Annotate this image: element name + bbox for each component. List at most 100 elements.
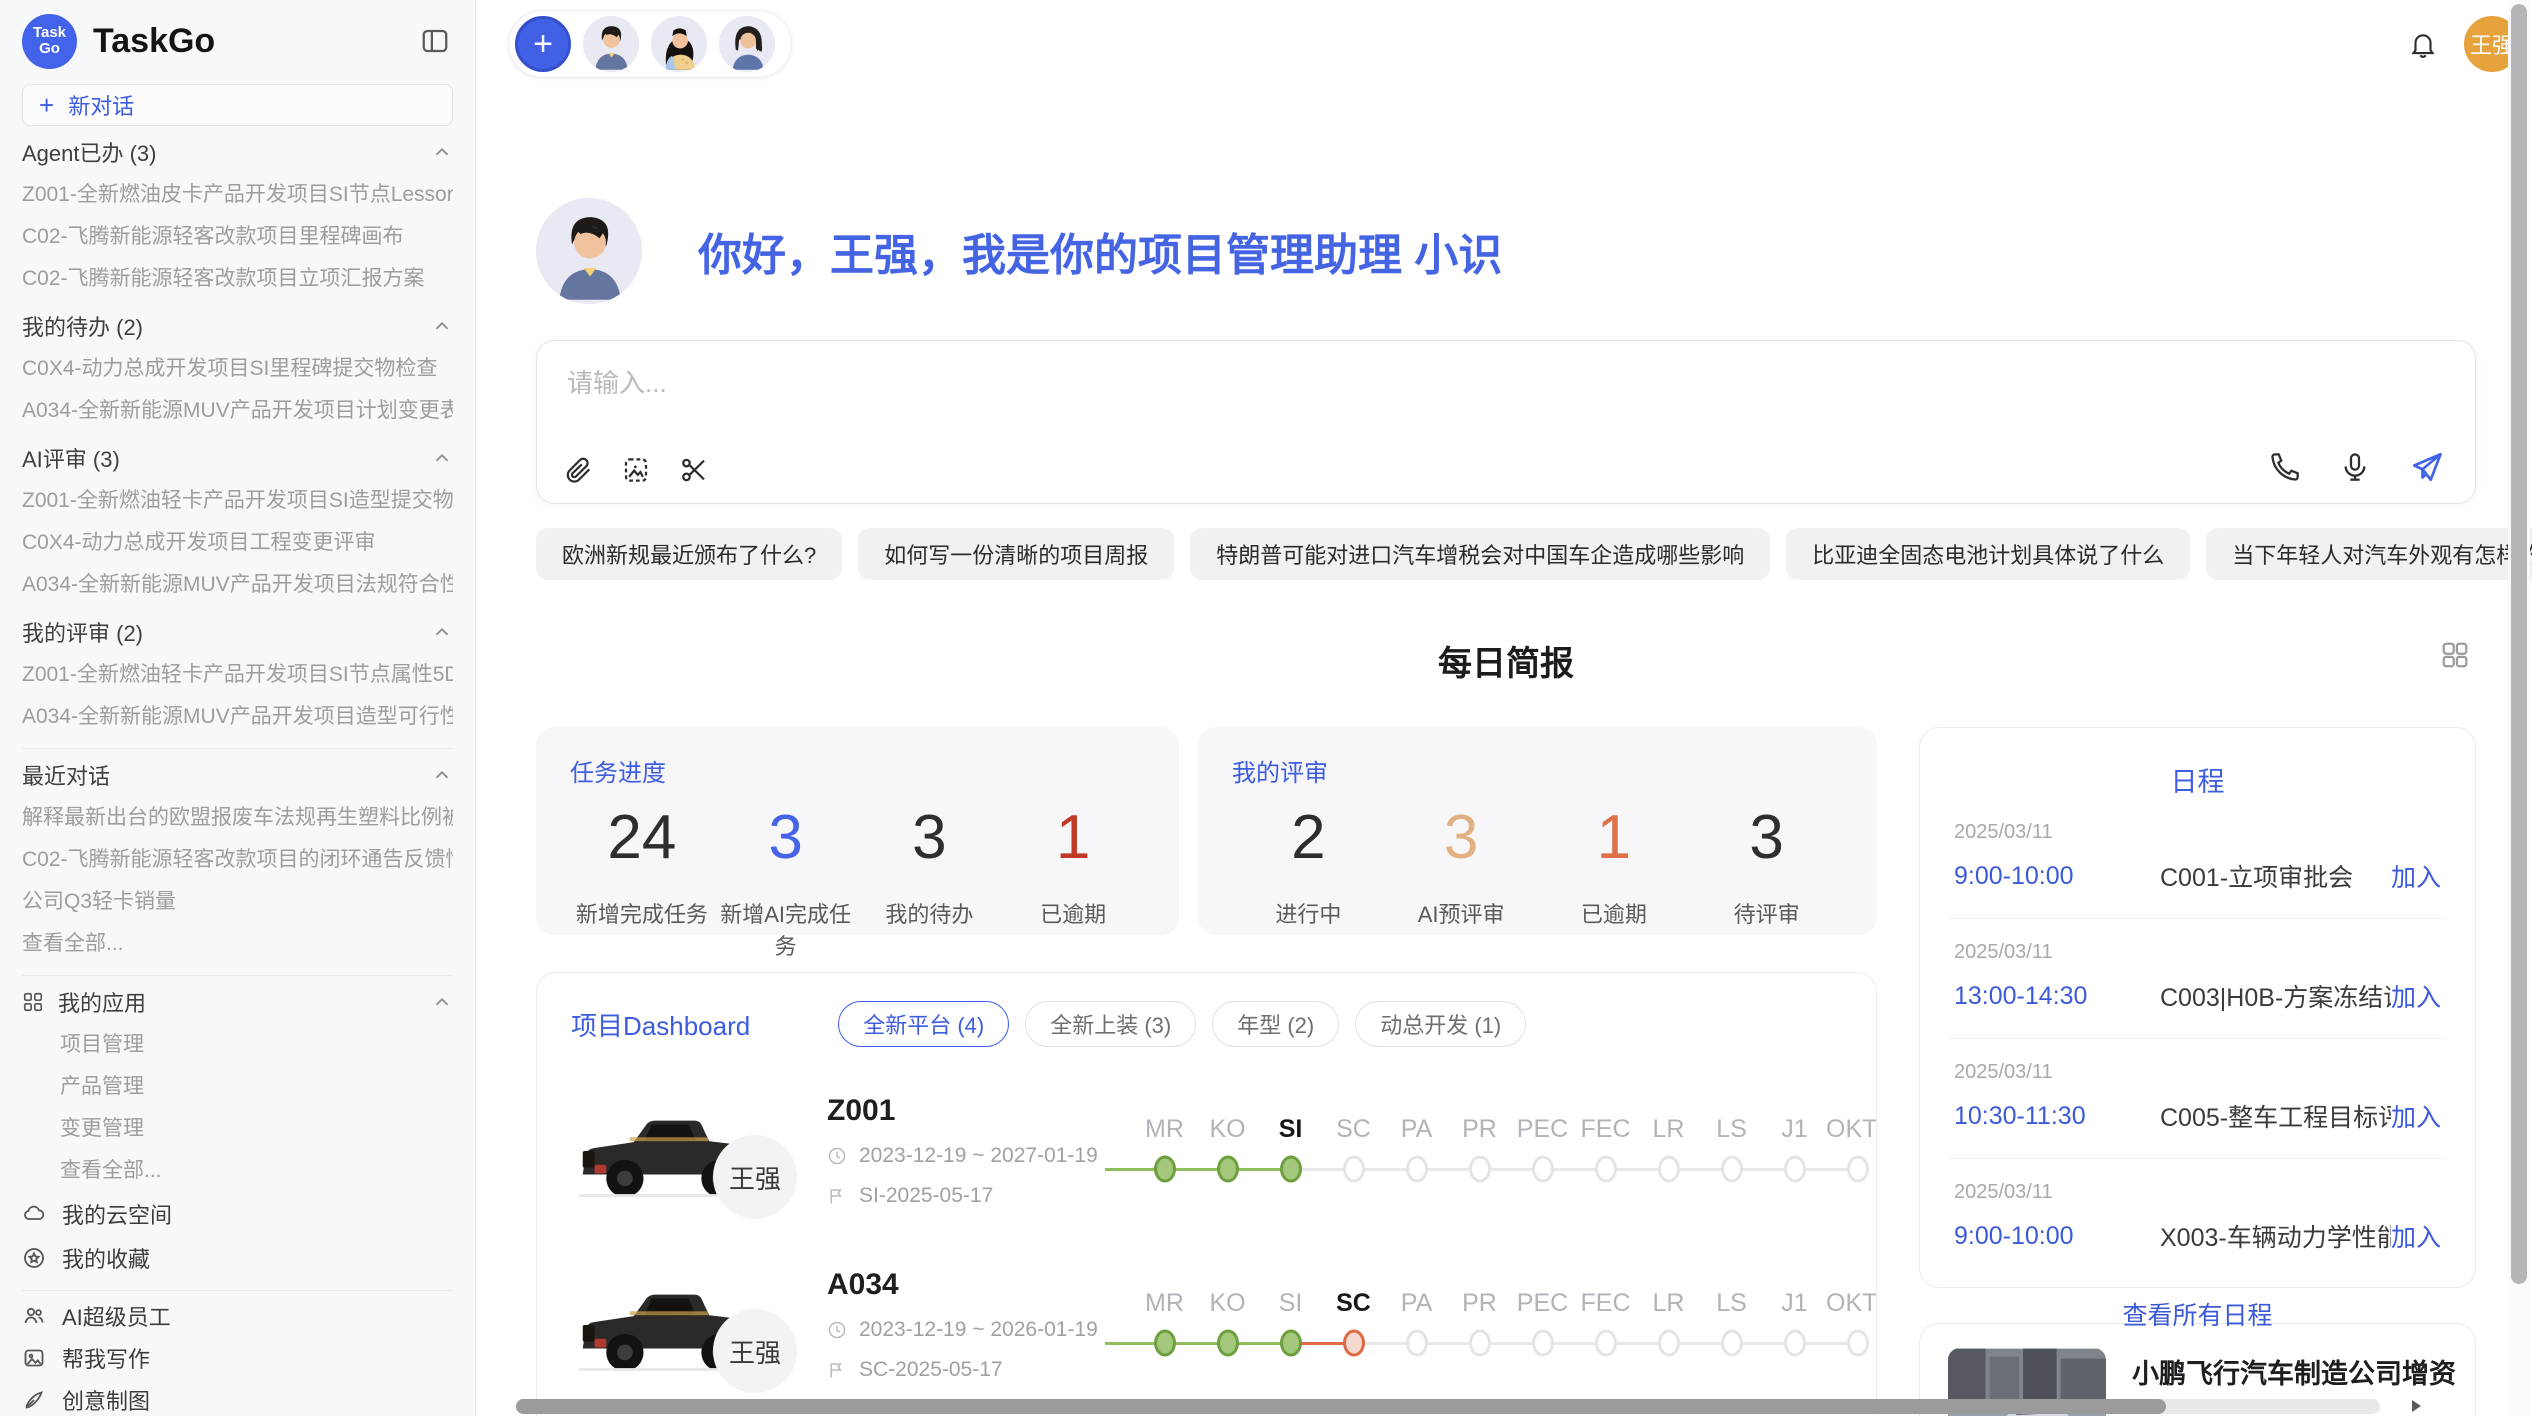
- project-row[interactable]: 王强 A034 2023-12-19 ~ 2026-01-19 SC-2025-…: [571, 1255, 1842, 1395]
- milestone-dot[interactable]: [1784, 1330, 1806, 1357]
- join-link[interactable]: 加入: [2391, 1218, 2441, 1254]
- milestone-dot[interactable]: [1847, 1156, 1869, 1183]
- chevron-up-icon[interactable]: [431, 447, 453, 469]
- sidebar-task-item[interactable]: C02-飞腾新能源轻客改款项目立项汇报方案: [22, 258, 453, 300]
- dashboard-filter-chip[interactable]: 全新上装 (3): [1025, 1001, 1196, 1047]
- sidebar-task-item[interactable]: Z001-全新燃油轻卡产品开发项目SI节点属性5D文件评审: [22, 654, 453, 696]
- dashboard-filter-chip[interactable]: 动总开发 (1): [1355, 1001, 1526, 1047]
- chevron-up-icon[interactable]: [431, 764, 453, 786]
- milestone-dot[interactable]: [1217, 1156, 1239, 1183]
- horizontal-scrollbar[interactable]: [516, 1399, 2380, 1414]
- my-cloud-space-item[interactable]: 我的云空间: [22, 1192, 453, 1236]
- add-conversation-button[interactable]: +: [515, 16, 571, 72]
- milestone-dot[interactable]: [1721, 1330, 1743, 1357]
- avatar[interactable]: [651, 16, 707, 72]
- sidebar-task-item[interactable]: Z001-全新燃油轻卡产品开发项目SI造型提交物评审: [22, 480, 453, 522]
- milestone-dot[interactable]: [1847, 1330, 1869, 1357]
- sidebar-app-item[interactable]: 项目管理: [60, 1024, 453, 1066]
- project-row[interactable]: 王强 Z001 2023-12-19 ~ 2027-01-19 SI-2025-…: [571, 1081, 1842, 1221]
- image-upload-icon[interactable]: [621, 455, 651, 485]
- send-icon[interactable]: [2409, 449, 2445, 485]
- my-favorites-item[interactable]: 我的收藏: [22, 1236, 453, 1280]
- sidebar-tool-item[interactable]: AI超级员工: [22, 1295, 453, 1337]
- recent-chats-header[interactable]: 最近对话: [22, 753, 453, 797]
- milestone-dot[interactable]: [1532, 1330, 1554, 1357]
- sidebar-app-item[interactable]: 查看全部...: [60, 1150, 453, 1192]
- sidebar-task-item[interactable]: A034-全新新能源MUV产品开发项目造型可行性评审: [22, 696, 453, 738]
- stat-label: 新增完成任务: [570, 897, 714, 929]
- attachment-icon[interactable]: [563, 455, 593, 485]
- milestone-dot[interactable]: [1343, 1330, 1365, 1357]
- project-next-milestone: SI-2025-05-17: [859, 1184, 993, 1208]
- sidebar-task-item[interactable]: C02-飞腾新能源轻客改款项目里程碑画布: [22, 216, 453, 258]
- recent-chat-item[interactable]: 解释最新出台的欧盟报废车法规再生塑料比例被调至15%...: [22, 797, 453, 839]
- milestone-dot[interactable]: [1658, 1330, 1680, 1357]
- sidebar-tool-item[interactable]: 帮我写作: [22, 1337, 453, 1379]
- chevron-up-icon[interactable]: [431, 991, 453, 1013]
- sidebar-app-item[interactable]: 产品管理: [60, 1066, 453, 1108]
- sidebar: Task Go TaskGo + 新对话 Agent已办 (3) Z001-全新…: [0, 0, 476, 1416]
- avatar[interactable]: [583, 16, 639, 72]
- new-chat-button[interactable]: + 新对话: [22, 84, 453, 126]
- sidebar-task-item[interactable]: C0X4-动力总成开发项目SI里程碑提交物检查: [22, 348, 453, 390]
- milestone-dot[interactable]: [1595, 1330, 1617, 1357]
- collapse-sidebar-icon[interactable]: [417, 23, 453, 59]
- dashboard-filter-chip[interactable]: 年型 (2): [1212, 1001, 1339, 1047]
- chat-input[interactable]: [565, 367, 2447, 400]
- microphone-icon[interactable]: [2339, 451, 2371, 483]
- recent-chat-item[interactable]: C02-飞腾新能源轻客改款项目的闭环通告反馈情况: [22, 839, 453, 881]
- recent-chat-item[interactable]: 公司Q3轻卡销量: [22, 881, 453, 923]
- vertical-scrollbar-thumb[interactable]: [2511, 4, 2527, 1284]
- milestone-dot[interactable]: [1532, 1156, 1554, 1183]
- sidebar-task-item[interactable]: Z001-全新燃油皮卡产品开发项目SI节点Lesson Learn报告: [22, 174, 453, 216]
- milestone-dot[interactable]: [1154, 1330, 1176, 1357]
- avatar[interactable]: [719, 16, 775, 72]
- milestone-dot[interactable]: [1343, 1156, 1365, 1183]
- my-apps-header[interactable]: 我的应用: [22, 980, 453, 1024]
- milestone-dot[interactable]: [1217, 1330, 1239, 1357]
- scroll-right-arrow-icon[interactable]: [2408, 1398, 2424, 1414]
- sidebar-tool-item[interactable]: 创意制图: [22, 1379, 453, 1416]
- join-link[interactable]: 加入: [2391, 1098, 2441, 1134]
- chevron-up-icon[interactable]: [431, 141, 453, 163]
- suggestion-chip[interactable]: 比亚迪全固态电池计划具体说了什么: [1786, 528, 2190, 580]
- milestone-dot[interactable]: [1280, 1156, 1302, 1183]
- dashboard-filter-chip[interactable]: 全新平台 (4): [838, 1001, 1009, 1047]
- sidebar-section-header[interactable]: 我的待办 (2): [22, 304, 453, 348]
- suggestion-chip[interactable]: 欧洲新规最近颁布了什么?: [536, 528, 842, 580]
- milestone-dot[interactable]: [1784, 1156, 1806, 1183]
- suggestion-chip[interactable]: 当下年轻人对汽车外观有怎样的喜好趋势: [2206, 528, 2532, 580]
- chevron-up-icon[interactable]: [431, 621, 453, 643]
- milestone-dot[interactable]: [1721, 1156, 1743, 1183]
- milestone-dot[interactable]: [1406, 1330, 1428, 1357]
- milestone-dot[interactable]: [1280, 1330, 1302, 1357]
- dashboard-filters: 全新平台 (4) 全新上装 (3) 年型 (2) 动总开发 (1): [838, 1001, 1526, 1047]
- sidebar-task-item[interactable]: C0X4-动力总成开发项目工程变更评审: [22, 522, 453, 564]
- milestone-dot[interactable]: [1469, 1330, 1491, 1357]
- milestone-dot[interactable]: [1154, 1156, 1176, 1183]
- sidebar-section-header[interactable]: Agent已办 (3): [22, 130, 453, 174]
- suggestion-chip[interactable]: 如何写一份清晰的项目周报: [858, 528, 1174, 580]
- vertical-scrollbar[interactable]: [2508, 0, 2530, 1416]
- milestone-dot[interactable]: [1595, 1156, 1617, 1183]
- chevron-up-icon[interactable]: [431, 315, 453, 337]
- milestone-dot[interactable]: [1469, 1156, 1491, 1183]
- sidebar-task-item[interactable]: A034-全新新能源MUV产品开发项目计划变更表编写: [22, 390, 453, 432]
- milestone-dot[interactable]: [1406, 1156, 1428, 1183]
- schedule-time: 10:30-11:30: [1954, 1102, 2160, 1131]
- recent-chat-item[interactable]: 查看全部...: [22, 923, 453, 965]
- layout-grid-icon[interactable]: [2440, 640, 2470, 670]
- sidebar-section-header[interactable]: 我的评审 (2): [22, 610, 453, 654]
- milestone-dot[interactable]: [1658, 1156, 1680, 1183]
- scissors-icon[interactable]: [679, 455, 709, 485]
- suggestion-chip[interactable]: 特朗普可能对进口汽车增税会对中国车企造成哪些影响: [1190, 528, 1770, 580]
- notifications-bell-icon[interactable]: [2408, 29, 2438, 59]
- sidebar-app-item[interactable]: 变更管理: [60, 1108, 453, 1150]
- phone-call-icon[interactable]: [2269, 451, 2301, 483]
- sidebar-task-item[interactable]: A034-全新新能源MUV产品开发项目法规符合性评审: [22, 564, 453, 606]
- sidebar-section-header[interactable]: AI评审 (3): [22, 436, 453, 480]
- logo-line-1: Task: [33, 25, 66, 41]
- horizontal-scrollbar-thumb[interactable]: [516, 1399, 2166, 1414]
- join-link[interactable]: 加入: [2391, 978, 2441, 1014]
- join-link[interactable]: 加入: [2391, 858, 2441, 894]
